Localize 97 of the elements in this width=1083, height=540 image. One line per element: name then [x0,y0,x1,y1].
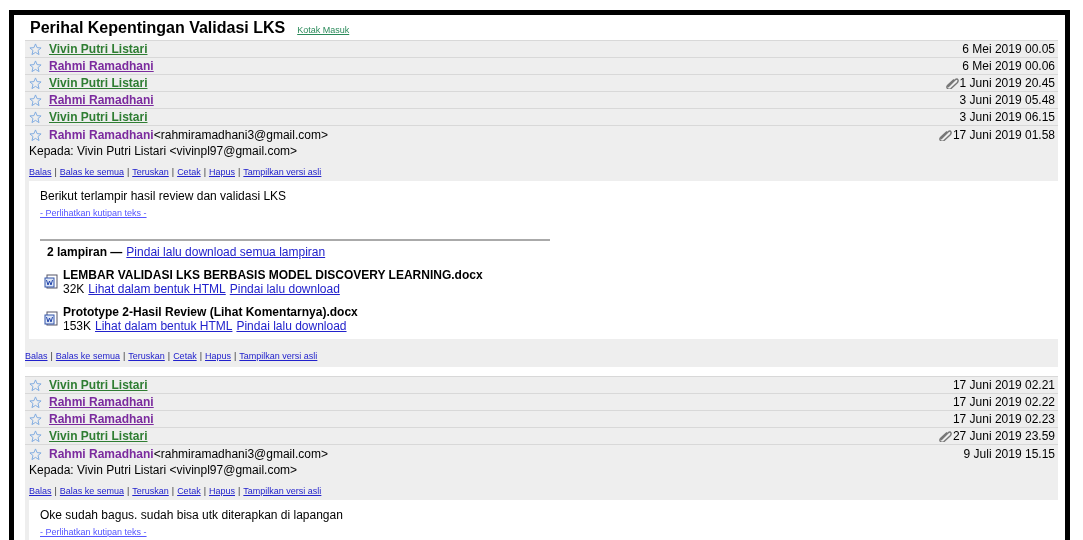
file-link[interactable]: Pindai lalu download [229,282,340,296]
star-icon[interactable] [29,110,42,124]
star-icon[interactable] [29,412,42,426]
sender-name: Rahmi Ramadhani [49,447,154,461]
file-name: Prototype 2-Hasil Review (Lihat Komentarnya).docx [63,305,358,319]
action-link[interactable]: Teruskan [132,167,169,177]
action-link[interactable]: Cetak [177,167,201,177]
message-date: 17 Juni 2019 02.22 [952,395,1055,409]
action-link[interactable]: Hapus [209,167,235,177]
message-text: Berikut terlampir hasil review dan validasi LKS [40,189,287,203]
file-size: 153K [63,319,92,333]
sender-link[interactable]: Vivin Putri Listari [49,110,148,124]
action-link[interactable]: Balas ke semua [55,351,120,361]
sender-link[interactable]: Rahmi Ramadhani [49,412,154,426]
document-icon [44,274,58,290]
sender-link[interactable]: Rahmi Ramadhani [49,395,154,409]
separator: | [171,167,175,177]
sender-link[interactable]: Vivin Putri Listari [49,378,148,392]
action-link[interactable]: Tampilkan versi asli [243,486,322,496]
message-date: 17 Juni 2019 02.21 [952,378,1055,392]
file-size: 32K [63,282,85,296]
action-link[interactable]: Cetak [173,351,197,361]
separator: | [126,486,130,496]
star-icon[interactable] [29,76,42,90]
message-date: 17 Juni 2019 02.23 [952,412,1055,426]
separator: | [50,351,53,361]
sender-link[interactable]: Vivin Putri Listari [49,76,148,90]
file-name: LEMBAR VALIDASI LKS BERBASIS MODEL DISCOVERY LEARNING.docx [63,268,483,282]
message-text: Oke sudah bagus. sudah bisa utk diterapkan di lapangan [40,508,343,522]
subject-title: Perihal Kepentingan Validasi LKS [30,19,286,37]
recipient-line: Kepada: Vivin Putri Listari <vivinpl97@gmail.com> [29,144,298,158]
message-row[interactable]: Rahmi Ramadhani 6 Mei 2019 00.06 [25,57,1058,74]
sender-link[interactable]: Rahmi Ramadhani [49,59,154,73]
separator: | [126,167,130,177]
action-link[interactable]: Balas [29,486,52,496]
file-link[interactable]: Lihat dalam bentuk HTML [88,282,226,296]
file-link[interactable]: Lihat dalam bentuk HTML [95,319,233,333]
separator: | [54,486,57,496]
sender-name: Rahmi Ramadhani [49,128,154,142]
message-date: 6 Mei 2019 00.05 [962,42,1055,56]
separator: | [122,351,126,361]
star-icon[interactable] [29,429,42,443]
message-row[interactable]: Rahmi Ramadhani 17 Juni 2019 02.23 [25,410,1058,427]
recipient-line: Kepada: Vivin Putri Listari <vivinpl97@gmail.com> [29,463,298,477]
star-icon[interactable] [29,59,42,73]
action-link[interactable]: Balas [25,351,48,361]
message-date: 1 Juni 2019 20.45 [959,76,1055,90]
separator: | [54,167,57,177]
message-date: 9 Juli 2019 15.15 [963,447,1055,461]
star-icon[interactable] [29,447,42,461]
folder-link[interactable]: Kotak Masuk [297,25,350,35]
separator: | [234,351,237,361]
message-row[interactable]: Vivin Putri Listari 17 Juni 2019 02.21 [25,376,1058,393]
star-icon[interactable] [29,378,42,392]
star-icon[interactable] [29,395,42,409]
download-all-link[interactable]: Pindai lalu download semua lampiran [126,245,326,259]
quote-link[interactable]: - Perlihatkan kutipan teks - [40,208,147,218]
action-link[interactable]: Balas ke semua [59,167,124,177]
separator: | [238,486,241,496]
action-link[interactable]: Balas ke semua [59,486,124,496]
star-icon[interactable] [29,128,42,142]
action-link[interactable]: Hapus [205,351,231,361]
separator: | [171,486,175,496]
star-icon[interactable] [29,42,42,56]
sender-link[interactable]: Rahmi Ramadhani [49,93,154,107]
action-link[interactable]: Hapus [209,486,235,496]
message-date: 17 Juni 2019 01.58 [952,128,1055,142]
quote-link[interactable]: - Perlihatkan kutipan teks - [40,527,147,537]
action-link[interactable]: Balas [29,167,52,177]
sender-link[interactable]: Vivin Putri Listari [49,42,148,56]
sender-email: <rahmiramadhani3@gmail.com> [153,128,328,142]
separator: | [167,351,171,361]
message-date: 3 Juni 2019 06.15 [959,110,1055,124]
message-row[interactable]: Vivin Putri Listari 1 Juni 2019 20.45 [25,74,1058,91]
separator: | [203,167,206,177]
message-row[interactable]: Vivin Putri Listari 27 Juni 2019 23.59 [25,427,1058,444]
separator: | [203,486,206,496]
message-date: 3 Juni 2019 05.48 [959,93,1055,107]
action-link[interactable]: Tampilkan versi asli [243,167,322,177]
separator: | [238,167,241,177]
message-row[interactable]: Vivin Putri Listari 3 Juni 2019 06.15 [25,108,1058,125]
document-icon [44,311,58,327]
attachment-count: 2 lampiran — [47,245,123,259]
message-row[interactable]: Rahmi Ramadhani 3 Juni 2019 05.48 [25,91,1058,108]
file-link[interactable]: Pindai lalu download [236,319,347,333]
separator: | [199,351,202,361]
sender-link[interactable]: Vivin Putri Listari [49,429,148,443]
sender-email: <rahmiramadhani3@gmail.com> [153,447,328,461]
message-row[interactable]: Rahmi Ramadhani 17 Juni 2019 02.22 [25,393,1058,410]
action-link[interactable]: Tampilkan versi asli [239,351,318,361]
message-date: 27 Juni 2019 23.59 [952,429,1055,443]
action-link[interactable]: Teruskan [128,351,165,361]
message-date: 6 Mei 2019 00.06 [962,59,1055,73]
action-link[interactable]: Cetak [177,486,201,496]
star-icon[interactable] [29,93,42,107]
message-row[interactable]: Vivin Putri Listari 6 Mei 2019 00.05 [25,40,1058,57]
action-link[interactable]: Teruskan [132,486,169,496]
